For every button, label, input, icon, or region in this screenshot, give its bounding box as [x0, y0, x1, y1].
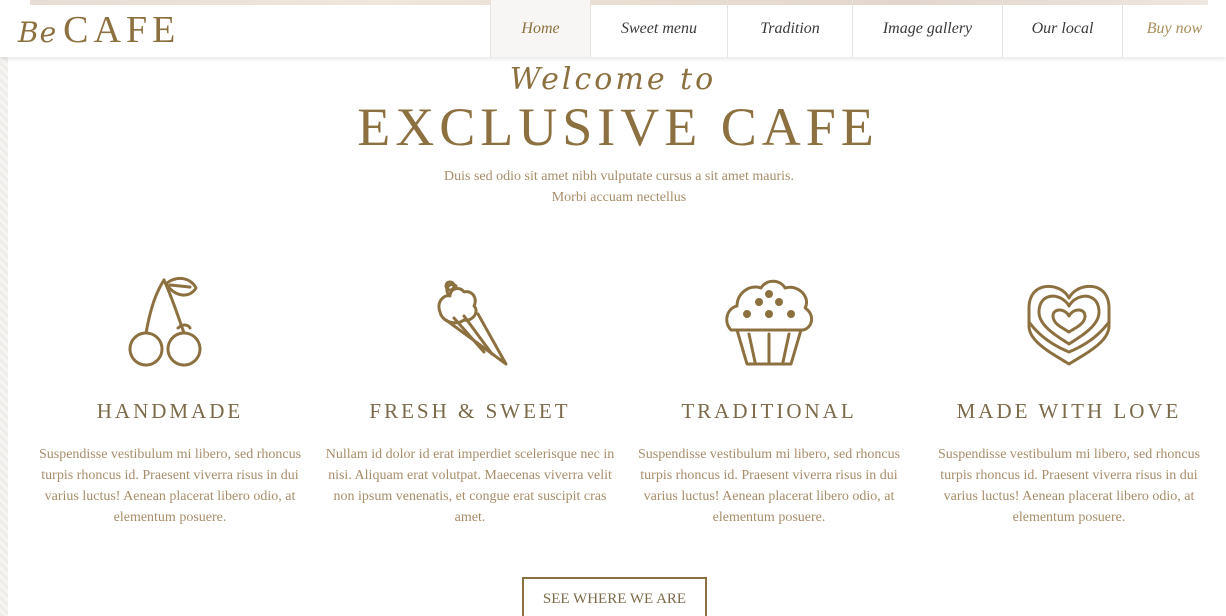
- nav-item-tradition[interactable]: Tradition: [727, 0, 852, 57]
- feature-fresh-sweet: FRESH & SWEET Nullam id dolor id erat im…: [325, 272, 615, 528]
- nav-item-buy-now[interactable]: Buy now: [1122, 0, 1226, 57]
- see-where-we-are-button[interactable]: SEE WHERE WE ARE: [522, 577, 707, 616]
- nav-item-home[interactable]: Home: [490, 0, 590, 57]
- feature-traditional: TRADITIONAL Suspendisse vestibulum mi li…: [624, 272, 914, 528]
- feature-handmade: HANDMADE Suspendisse vestibulum mi liber…: [25, 272, 315, 528]
- intro-text: Duis sed odio sit amet nibh vulputate cu…: [0, 166, 1226, 208]
- logo-wordmark: CAFE: [63, 9, 181, 51]
- ice-cream-icon: [437, 280, 508, 366]
- feature-made-with-love: MADE WITH LOVE Suspendisse vestibulum mi…: [924, 272, 1214, 528]
- feature-text: Suspendisse vestibulum mi libero, sed rh…: [38, 447, 302, 525]
- welcome-heading: Welcome to: [509, 62, 717, 97]
- feature-title: TRADITIONAL: [681, 399, 857, 423]
- feature-text: Suspendisse vestibulum mi libero, sed rh…: [637, 447, 901, 525]
- feature-text: Nullam id dolor id erat imperdiet sceler…: [325, 447, 615, 525]
- site-header: Be CAFE Home Sweet menu Tradition Image g…: [0, 0, 1226, 57]
- logo-script: Be: [18, 16, 58, 49]
- main-nav: Home Sweet menu Tradition Image gallery …: [490, 0, 1226, 57]
- cherry-icon: [128, 277, 202, 367]
- feature-text: Suspendisse vestibulum mi libero, sed rh…: [937, 447, 1201, 525]
- page-title: EXCLUSIVE CAFE: [357, 97, 879, 157]
- heart-icon: [1027, 284, 1111, 366]
- intro-line-2: Morbi accuam nectellus: [551, 190, 687, 205]
- feature-title: FRESH & SWEET: [369, 399, 571, 423]
- cupcake-icon: [725, 279, 813, 366]
- nav-item-image-gallery[interactable]: Image gallery: [852, 0, 1002, 57]
- feature-title: MADE WITH LOVE: [956, 399, 1182, 423]
- nav-item-sweet-menu[interactable]: Sweet menu: [590, 0, 727, 57]
- intro-line-1: Duis sed odio sit amet nibh vulputate cu…: [444, 169, 794, 184]
- feature-title: HANDMADE: [96, 399, 244, 423]
- logo[interactable]: Be CAFE: [18, 8, 180, 52]
- nav-item-our-local[interactable]: Our local: [1002, 0, 1122, 57]
